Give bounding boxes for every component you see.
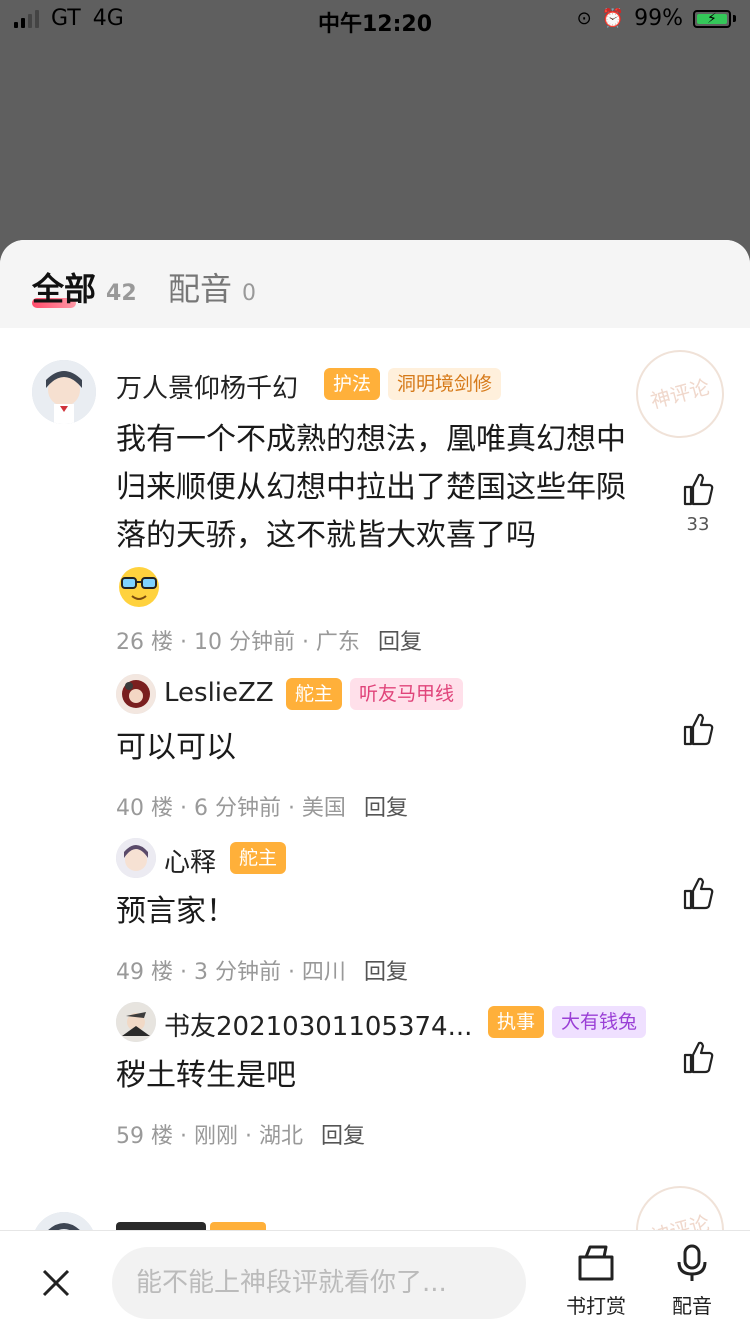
commenter-name[interactable]: LeslieZZ xyxy=(164,678,274,708)
tab-dub[interactable]: 配音 0 xyxy=(168,264,256,310)
avatar[interactable] xyxy=(32,1212,96,1230)
tab-bar: 全部 42 配音 0 xyxy=(0,240,750,328)
reply-button[interactable]: 回复 xyxy=(364,960,408,985)
commenter-name[interactable]: 万人景仰杨千幻 xyxy=(116,368,298,405)
role-badge: 舵主 xyxy=(286,678,343,710)
tab-all[interactable]: 全部 42 xyxy=(32,264,137,310)
tip-label: 书打赏 xyxy=(566,1294,626,1318)
tab-dub-count: 0 xyxy=(242,281,257,306)
alarm-icon: ⏰ xyxy=(601,8,625,29)
commenter-name-cutoff xyxy=(116,1222,206,1230)
gift-book-icon xyxy=(578,1245,614,1281)
avatar-image xyxy=(116,838,156,878)
like-button[interactable] xyxy=(680,712,716,750)
reply-button[interactable]: 回复 xyxy=(378,630,422,655)
bottom-bar: 能不能上神段评就看你了... 书打赏 配音 xyxy=(0,1230,750,1334)
avatar[interactable] xyxy=(116,674,156,714)
tab-dub-label: 配音 xyxy=(168,270,233,308)
battery-percent: 99% xyxy=(634,6,683,31)
comment-list: 神评论 万人景仰杨千幻 护法 洞明境剑修 我有一个不成熟的想法，凰唯真幻想中归来… xyxy=(0,328,750,1230)
role-badge: 执事 xyxy=(488,1006,545,1038)
like-button[interactable] xyxy=(680,876,716,914)
avatar[interactable] xyxy=(116,838,156,878)
avatar-image xyxy=(116,674,156,714)
comment-meta-text: 40 楼 · 6 分钟前 · 美国 xyxy=(116,796,346,821)
comment-meta: 26 楼 · 10 分钟前 · 广东 回复 xyxy=(116,624,422,656)
close-icon xyxy=(42,1269,70,1297)
comment-text: 秽土转生是吧 xyxy=(116,1058,296,1093)
status-bar: GT 4G 中午12:20 ⊙ ⏰ 99% ⚡ xyxy=(0,0,750,40)
avatar-image xyxy=(116,1002,156,1042)
thumbs-up-icon xyxy=(683,1041,714,1074)
like-count: 33 xyxy=(686,514,710,535)
role-badge: 护法 xyxy=(324,368,381,400)
rank-badge: 洞明境剑修 xyxy=(388,368,502,400)
thumbs-up-icon xyxy=(683,877,714,910)
status-right: ⊙ ⏰ 99% ⚡ xyxy=(577,6,736,31)
comment-meta: 49 楼 · 3 分钟前 · 四川 回复 xyxy=(116,954,408,986)
avatar[interactable] xyxy=(32,360,96,424)
reply-button[interactable]: 回复 xyxy=(364,796,408,821)
comment-text: 我有一个不成熟的想法，凰唯真幻想中归来顺便从幻想中拉出了楚国这些年陨落的天骄，这… xyxy=(116,416,646,612)
close-button[interactable] xyxy=(38,1265,74,1301)
comment-sheet: 全部 42 配音 0 神评论 万人景仰杨千幻 护法 洞明境剑修 我有一个不成熟的想法… xyxy=(0,240,750,1334)
commenter-name[interactable]: 书友20210301105374... xyxy=(164,1006,472,1043)
avatar[interactable] xyxy=(116,1002,156,1042)
thumbs-up-icon xyxy=(683,473,714,506)
rank-badge: 大有钱兔 xyxy=(552,1006,647,1038)
comment-meta: 59 楼 · 刚刚 · 湖北 回复 xyxy=(116,1118,365,1150)
microphone-icon xyxy=(677,1244,707,1281)
dub-label: 配音 xyxy=(672,1294,712,1318)
comment-meta-text: 26 楼 · 10 分钟前 · 广东 xyxy=(116,630,360,655)
role-badge-cutoff xyxy=(210,1222,266,1230)
commenter-name[interactable]: 心释 xyxy=(164,842,216,879)
tab-all-label: 全部 xyxy=(32,270,97,308)
sunglasses-emoji-icon xyxy=(116,564,646,612)
comment-meta: 40 楼 · 6 分钟前 · 美国 回复 xyxy=(116,790,408,822)
comment-meta-text: 59 楼 · 刚刚 · 湖北 xyxy=(116,1124,303,1149)
avatar-image xyxy=(32,360,96,424)
comment-text: 预言家！ xyxy=(116,894,236,929)
battery-icon: ⚡ xyxy=(693,9,736,28)
tip-button[interactable]: 书打赏 xyxy=(566,1243,626,1319)
tab-all-count: 42 xyxy=(106,281,137,306)
rank-badge: 听友马甲线 xyxy=(350,678,464,710)
like-button[interactable] xyxy=(680,1040,716,1078)
role-badge: 舵主 xyxy=(230,842,287,874)
comment-text: 可以可以 xyxy=(116,730,236,765)
dub-button[interactable]: 配音 xyxy=(672,1243,712,1319)
reply-button[interactable]: 回复 xyxy=(321,1124,365,1149)
god-comment-stamp: 神评论 xyxy=(626,1176,734,1230)
rotation-lock-icon: ⊙ xyxy=(576,8,592,29)
comment-input[interactable]: 能不能上神段评就看你了... xyxy=(112,1247,526,1319)
comment-text-body: 我有一个不成熟的想法，凰唯真幻想中归来顺便从幻想中拉出了楚国这些年陨落的天骄，这… xyxy=(116,422,626,553)
avatar-image xyxy=(32,1212,96,1230)
like-button[interactable]: 33 xyxy=(680,472,716,535)
thumbs-up-icon xyxy=(683,713,714,746)
comment-meta-text: 49 楼 · 3 分钟前 · 四川 xyxy=(116,960,346,985)
